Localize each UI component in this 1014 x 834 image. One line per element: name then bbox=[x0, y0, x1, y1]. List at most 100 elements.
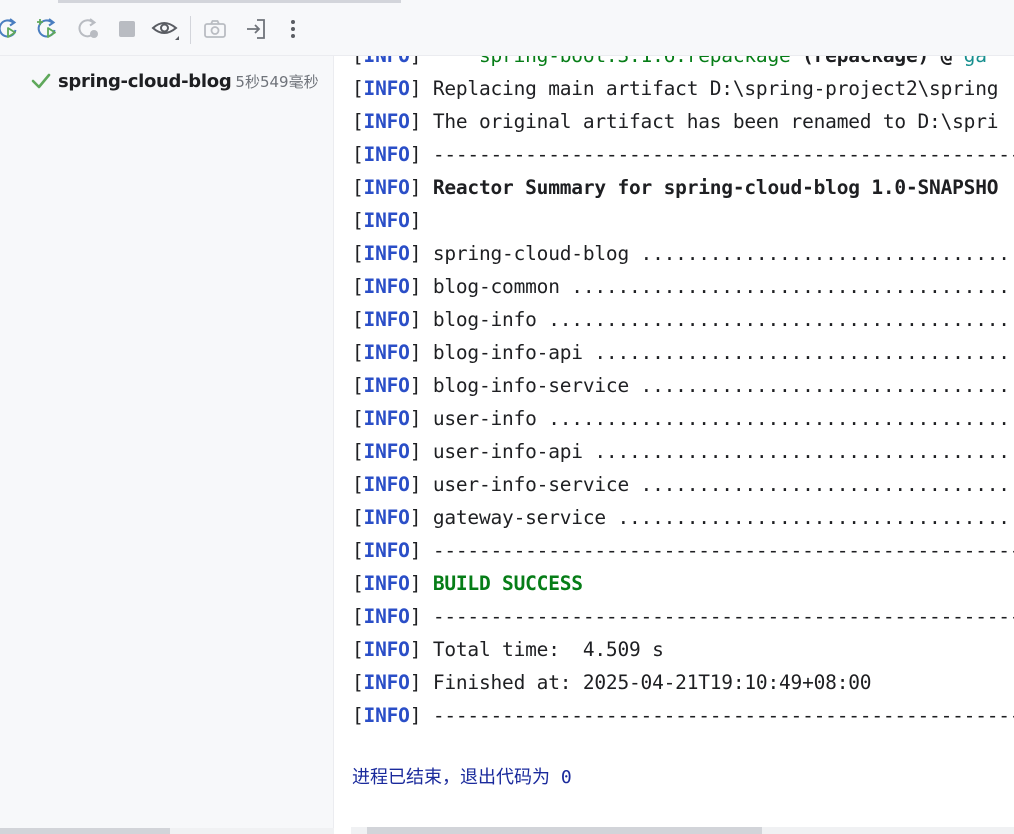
console-output[interactable]: [INFO] spring-boot:3.1.6:repackage (repa… bbox=[335, 56, 1014, 834]
log-bracket-close: ] bbox=[409, 341, 422, 364]
log-bracket-open: [ bbox=[352, 440, 364, 463]
log-bracket-close: ] bbox=[409, 539, 422, 562]
log-bracket-close: ] bbox=[409, 143, 422, 166]
run-tree-item[interactable]: spring-cloud-blog 5秒549毫秒 bbox=[30, 68, 319, 94]
log-bracket-open: [ bbox=[352, 638, 364, 661]
console-line: [INFO] user-info-api ...................… bbox=[352, 435, 1014, 468]
console-line: [INFO] ---------------------------------… bbox=[352, 138, 1014, 171]
log-bracket-open: [ bbox=[352, 308, 364, 331]
console-line: [INFO] Total time: 4.509 s bbox=[352, 633, 1014, 666]
console-line: [INFO] ---------------------------------… bbox=[352, 600, 1014, 633]
log-message: blog-info ..............................… bbox=[432, 308, 1014, 331]
log-level: INFO bbox=[363, 572, 410, 595]
log-bracket-close: ] bbox=[409, 77, 422, 100]
console-line: [INFO] user-info-service ...............… bbox=[352, 468, 1014, 501]
console-horizontal-scrollbar[interactable] bbox=[351, 827, 1014, 834]
console-line: [INFO] user-info .......................… bbox=[352, 402, 1014, 435]
log-bracket-close: ] bbox=[409, 242, 422, 265]
log-message: user-info-api ..........................… bbox=[432, 440, 1014, 463]
log-level: INFO bbox=[363, 473, 410, 496]
console-scrollbar-thumb[interactable] bbox=[367, 827, 762, 834]
rerun-failed-icon[interactable] bbox=[33, 14, 63, 44]
log-bracket-open: [ bbox=[352, 110, 364, 133]
log-message: blog-info-service ......................… bbox=[432, 374, 1014, 397]
log-bracket-open: [ bbox=[352, 506, 364, 529]
console-line: [INFO] Reactor Summary for spring-cloud-… bbox=[352, 171, 1014, 204]
log-bracket-open: [ bbox=[352, 209, 364, 232]
console-line: [INFO] blog-info-api ...................… bbox=[352, 336, 1014, 369]
success-check-icon bbox=[30, 71, 52, 91]
console-line: [INFO] Replacing main artifact D:\spring… bbox=[352, 72, 1014, 105]
more-icon[interactable] bbox=[278, 14, 308, 44]
log-level: INFO bbox=[363, 242, 410, 265]
export-icon[interactable] bbox=[241, 14, 271, 44]
log-level: INFO bbox=[363, 704, 410, 727]
log-level: INFO bbox=[364, 56, 410, 67]
log-bracket-open: [ bbox=[352, 56, 364, 67]
log-bracket-close: ] bbox=[409, 671, 422, 694]
log-bracket-close: ] bbox=[409, 209, 422, 232]
log-level: INFO bbox=[363, 539, 410, 562]
run-tool-window: spring-cloud-blog 5秒549毫秒 [INFO] spring-… bbox=[0, 0, 1014, 834]
log-bracket-open: [ bbox=[352, 77, 364, 100]
run-toolbar bbox=[0, 0, 1014, 56]
log-level: INFO bbox=[363, 671, 410, 694]
log-message: gateway-service ........................… bbox=[432, 506, 1014, 529]
console-line: [INFO] blog-info-service ...............… bbox=[352, 369, 1014, 402]
rerun-disabled-icon[interactable] bbox=[74, 14, 104, 44]
console-line: [INFO] blog-common .....................… bbox=[352, 270, 1014, 303]
log-message: Reactor Summary for spring-cloud-blog 1.… bbox=[432, 176, 999, 199]
rerun-icon[interactable] bbox=[0, 14, 24, 44]
console-line: [INFO] BUILD SUCCESS bbox=[352, 567, 1014, 600]
show-options-icon[interactable] bbox=[150, 14, 180, 44]
log-bracket-open: [ bbox=[352, 473, 364, 496]
log-message: Total time: 4.509 s bbox=[432, 638, 664, 661]
log-level: INFO bbox=[363, 341, 410, 364]
run-tree-item-duration: 5秒549毫秒 bbox=[235, 72, 319, 91]
log-bracket-open: [ bbox=[352, 176, 364, 199]
log-level: INFO bbox=[363, 506, 410, 529]
console-line: [INFO] spring-boot:3.1.6:repackage (repa… bbox=[352, 56, 1014, 72]
log-level: INFO bbox=[363, 176, 410, 199]
log-message: blog-info-api ..........................… bbox=[432, 341, 1014, 364]
log-message: Replacing main artifact D:\spring-projec… bbox=[432, 77, 999, 100]
log-bracket-close: ] bbox=[409, 572, 422, 595]
stop-icon[interactable] bbox=[112, 14, 142, 44]
log-bracket-close: ] bbox=[409, 374, 422, 397]
log-message: Finished at: 2025-04-21T19:10:49+08:00 bbox=[432, 671, 872, 694]
log-bracket-open: [ bbox=[352, 341, 364, 364]
log-bracket-close: ] bbox=[409, 440, 422, 463]
log-level: INFO bbox=[363, 308, 410, 331]
log-bracket-open: [ bbox=[352, 572, 364, 595]
tree-horizontal-scrollbar[interactable] bbox=[0, 828, 334, 834]
tree-scrollbar-thumb[interactable] bbox=[0, 828, 170, 834]
log-level: INFO bbox=[363, 440, 410, 463]
console-line: [INFO] Finished at: 2025-04-21T19:10:49+… bbox=[352, 666, 1014, 699]
console-line: [INFO] blog-info .......................… bbox=[352, 303, 1014, 336]
log-message: user-info-service ......................… bbox=[432, 473, 1014, 496]
log-bracket-open: [ bbox=[352, 143, 364, 166]
run-tree-panel: spring-cloud-blog 5秒549毫秒 bbox=[0, 56, 334, 834]
log-message: ----------------------------------------… bbox=[432, 539, 1014, 562]
log-message: user-info ..............................… bbox=[432, 407, 1014, 430]
tab-strip-indicator bbox=[58, 0, 401, 3]
log-bracket-open: [ bbox=[352, 242, 364, 265]
console-line: [INFO] bbox=[352, 204, 1014, 237]
screenshot-icon[interactable] bbox=[200, 14, 230, 44]
log-bracket-close: ] bbox=[409, 308, 422, 331]
log-level: INFO bbox=[363, 407, 410, 430]
log-bracket-close: ] bbox=[409, 275, 422, 298]
log-level: INFO bbox=[363, 638, 410, 661]
log-bracket-open: [ bbox=[352, 275, 364, 298]
console-line: [INFO] The original artifact has been re… bbox=[352, 105, 1014, 138]
log-bracket-close: ] bbox=[409, 704, 422, 727]
log-bracket-close: ] bbox=[409, 638, 422, 661]
process-exit-message: 进程已结束，退出代码为 0 bbox=[352, 767, 572, 788]
log-bracket-close: ] bbox=[409, 605, 422, 628]
log-level: INFO bbox=[363, 605, 410, 628]
log-bracket-open: [ bbox=[352, 704, 364, 727]
log-message: ----------------------------------------… bbox=[432, 704, 1014, 727]
console-line: [INFO] ---------------------------------… bbox=[352, 534, 1014, 567]
run-tree-item-name: spring-cloud-blog bbox=[58, 70, 232, 92]
log-message: spring-cloud-blog ......................… bbox=[432, 242, 1014, 265]
